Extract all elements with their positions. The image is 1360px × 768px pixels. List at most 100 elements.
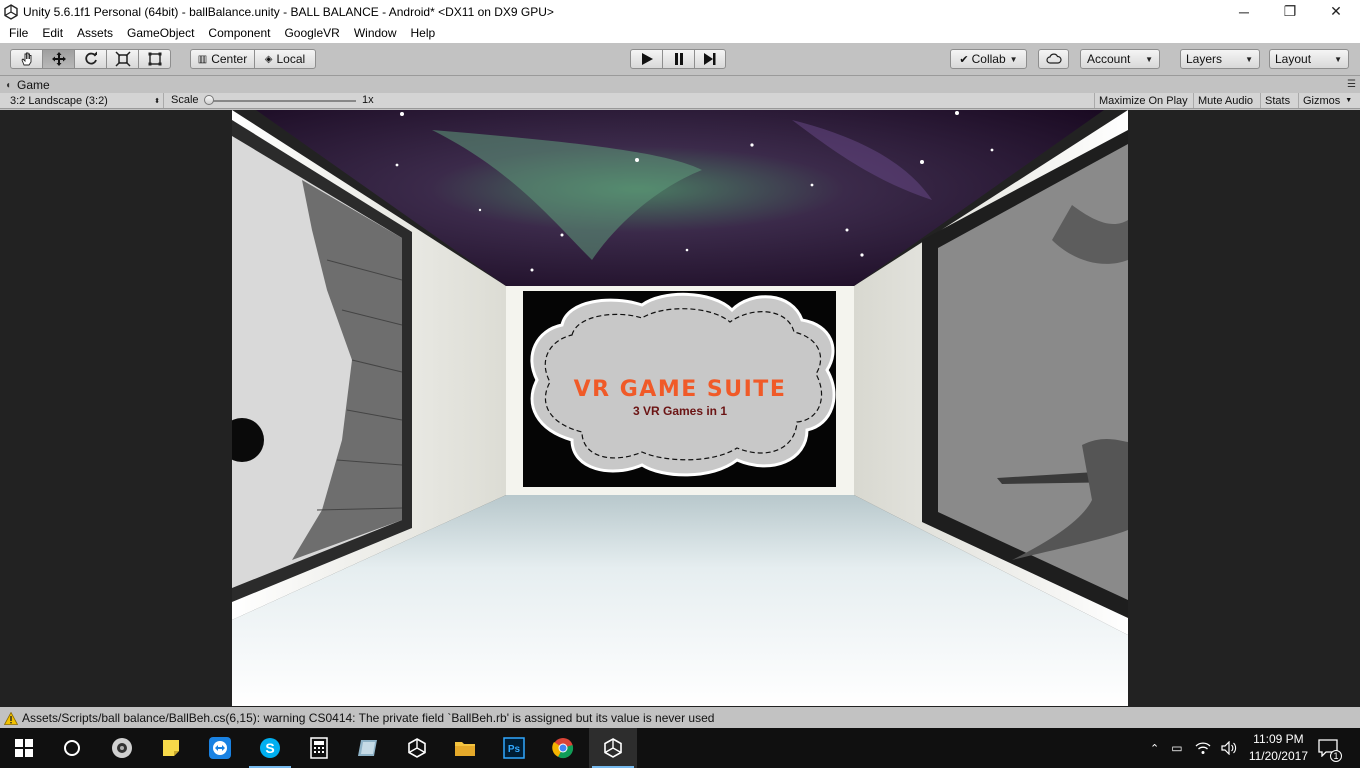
- aspect-ratio-dropdown[interactable]: 3:2 Landscape (3:2) ⬍: [4, 93, 164, 108]
- taskbar-skype[interactable]: S: [246, 728, 294, 768]
- hand-tool-button[interactable]: [10, 49, 43, 69]
- step-button[interactable]: [694, 49, 726, 69]
- taskbar-unity[interactable]: [393, 728, 441, 768]
- pivot-center-button[interactable]: ▥ Center: [190, 49, 255, 69]
- cloud-button[interactable]: [1038, 49, 1069, 69]
- taskbar-sticky-notes[interactable]: [147, 728, 195, 768]
- files-app-icon: [358, 740, 377, 756]
- mute-audio-toggle[interactable]: Mute Audio: [1193, 93, 1257, 108]
- transform-tools: [10, 49, 171, 69]
- pause-button[interactable]: [662, 49, 695, 69]
- taskbar-unity-active[interactable]: [589, 728, 637, 768]
- console-status-bar[interactable]: Assets/Scripts/ball balance/BallBeh.cs(6…: [0, 708, 1360, 728]
- maximize-on-play-label: Maximize On Play: [1099, 94, 1188, 107]
- windows-taskbar: S Ps ⌃ ▭ 11:09 PM 11/20/2017 1: [0, 728, 1360, 768]
- chevron-down-icon: ▼: [1145, 54, 1153, 64]
- svg-text:S: S: [265, 740, 274, 756]
- wifi-icon[interactable]: [1195, 741, 1211, 755]
- taskbar-photoshop[interactable]: Ps: [490, 728, 538, 768]
- stats-label: Stats: [1265, 94, 1291, 107]
- battery-icon[interactable]: ▭: [1171, 741, 1182, 755]
- pivot-icon: ▥: [197, 53, 208, 65]
- layers-label: Layers: [1186, 52, 1223, 66]
- mute-audio-label: Mute Audio: [1198, 94, 1254, 107]
- scale-slider-thumb[interactable]: [204, 95, 214, 105]
- menu-help[interactable]: Help: [404, 26, 443, 40]
- play-button[interactable]: [630, 49, 663, 69]
- updown-arrow-icon: ⬍: [154, 97, 160, 105]
- game-tab-strip: ◖ Game ☰: [0, 77, 1360, 93]
- space-local-button[interactable]: ◈ Local: [254, 49, 316, 69]
- cortana-icon: [64, 740, 80, 756]
- room-scene: VR GAME SUITE 3 VR Games in 1: [232, 110, 1128, 706]
- system-tray: ⌃ ▭: [1150, 728, 1237, 768]
- notification-count: 1: [1330, 750, 1342, 762]
- play-icon: [641, 53, 653, 65]
- taskbar-media-player[interactable]: [98, 728, 146, 768]
- start-button[interactable]: [0, 728, 48, 768]
- menu-bar: File Edit Assets GameObject Component Go…: [0, 23, 1360, 43]
- scale-value: 1x: [362, 94, 374, 106]
- menu-component[interactable]: Component: [201, 26, 277, 40]
- menu-assets[interactable]: Assets: [70, 26, 120, 40]
- action-center-button[interactable]: 1: [1318, 728, 1342, 768]
- layers-dropdown[interactable]: Layers ▼: [1180, 49, 1260, 69]
- speaker-icon[interactable]: [1220, 741, 1237, 755]
- move-tool-button[interactable]: [42, 49, 75, 69]
- taskbar-teamviewer[interactable]: [196, 728, 244, 768]
- collab-label: Collab: [971, 52, 1006, 66]
- window-title-bar: Unity 5.6.1f1 Personal (64bit) - ballBal…: [0, 0, 1360, 23]
- move-icon: [51, 52, 66, 66]
- menu-window[interactable]: Window: [347, 26, 404, 40]
- gizmos-dropdown[interactable]: Gizmos ▼: [1298, 93, 1356, 108]
- check-circle-icon: ✔: [959, 53, 969, 66]
- pivot-toggles: ▥ Center ◈ Local: [190, 49, 316, 69]
- scale-slider-track[interactable]: [208, 100, 356, 102]
- unity-icon: [604, 738, 622, 758]
- rotate-icon: [84, 51, 97, 65]
- layout-label: Layout: [1275, 52, 1312, 66]
- close-button[interactable]: ✕: [1313, 0, 1359, 23]
- chevron-down-icon: ▼: [1345, 97, 1353, 104]
- rect-tool-button[interactable]: [138, 49, 171, 69]
- calculator-icon: [310, 737, 328, 759]
- gizmos-label: Gizmos: [1303, 94, 1341, 107]
- unity-icon: [408, 738, 426, 758]
- collab-dropdown[interactable]: ✔ Collab ▼: [950, 49, 1027, 69]
- restore-button[interactable]: ❐: [1267, 0, 1313, 23]
- maximize-on-play-toggle[interactable]: Maximize On Play: [1094, 93, 1192, 108]
- space-label: Local: [276, 52, 306, 66]
- game-view[interactable]: VR GAME SUITE 3 VR Games in 1: [0, 110, 1360, 707]
- account-dropdown[interactable]: Account ▼: [1080, 49, 1160, 69]
- chevron-down-icon: ▼: [1009, 54, 1018, 64]
- clock-date: 11/20/2017: [1248, 749, 1308, 763]
- stats-toggle[interactable]: Stats: [1260, 93, 1294, 108]
- rotate-tool-button[interactable]: [74, 49, 107, 69]
- photoshop-icon: Ps: [503, 737, 525, 759]
- account-label: Account: [1087, 52, 1131, 66]
- restore-icon: ❐: [1283, 3, 1297, 19]
- cloud-icon: [1045, 53, 1062, 64]
- main-toolbar: ▥ Center ◈ Local ✔ Collab ▼ Account ▼ La…: [0, 43, 1360, 76]
- taskbar-file-explorer[interactable]: [441, 728, 489, 768]
- panel-menu-icon[interactable]: ☰: [1347, 79, 1356, 90]
- menu-file[interactable]: File: [0, 26, 35, 40]
- menu-edit[interactable]: Edit: [35, 26, 70, 40]
- taskbar-calculator[interactable]: [295, 728, 343, 768]
- taskbar-clock[interactable]: 11:09 PM 11/20/2017: [1249, 731, 1308, 765]
- minimize-button[interactable]: ─: [1221, 0, 1267, 23]
- game-view-toolbar: 3:2 Landscape (3:2) ⬍ Scale 1x Maximize …: [0, 93, 1360, 109]
- layout-dropdown[interactable]: Layout ▼: [1269, 49, 1349, 69]
- banner-subtitle: 3 VR Games in 1: [633, 404, 727, 418]
- pivot-label: Center: [211, 52, 248, 66]
- menu-googlevr[interactable]: GoogleVR: [277, 26, 346, 40]
- taskbar-chrome[interactable]: [539, 728, 587, 768]
- chevron-up-icon[interactable]: ⌃: [1150, 742, 1159, 755]
- minimize-icon: ─: [1239, 3, 1249, 20]
- menu-gameobject[interactable]: GameObject: [120, 26, 201, 40]
- scale-tool-button[interactable]: [106, 49, 139, 69]
- tab-game[interactable]: ◖ Game: [5, 77, 50, 93]
- cortana-button[interactable]: [48, 728, 96, 768]
- taskbar-files-app[interactable]: [344, 728, 392, 768]
- svg-text:Ps: Ps: [508, 744, 521, 755]
